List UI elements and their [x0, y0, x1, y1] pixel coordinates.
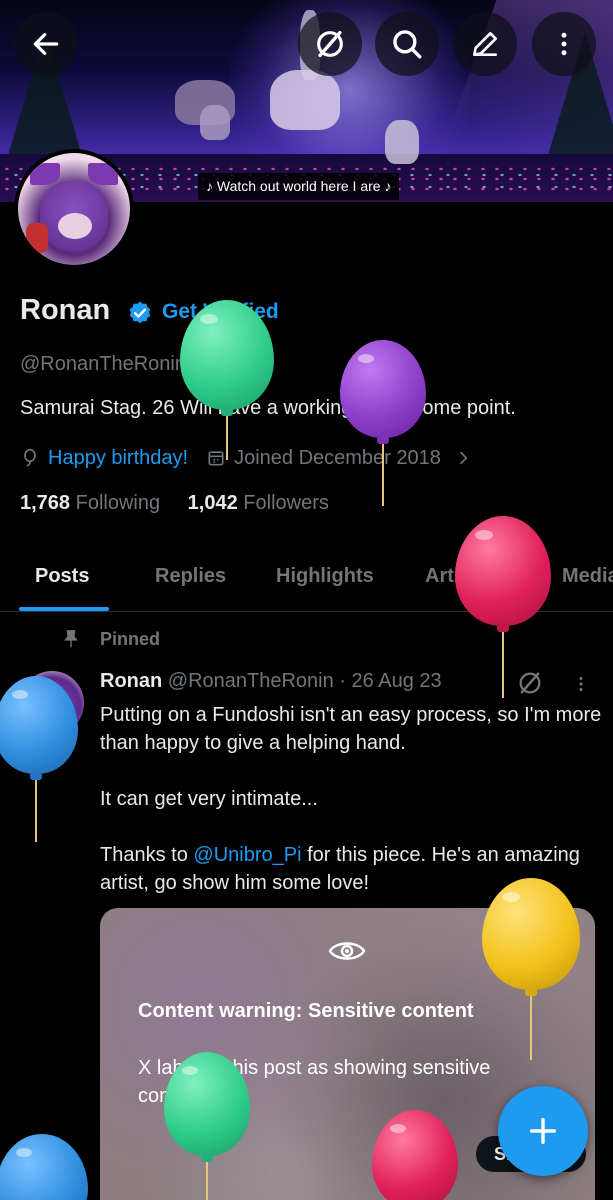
search-button[interactable] — [375, 12, 439, 76]
post-more-icon[interactable] — [570, 671, 592, 697]
edit-icon — [473, 32, 497, 56]
profile-name: Ronan — [20, 294, 111, 326]
banner-raccoon — [385, 120, 419, 164]
post-author-name[interactable]: Ronan — [100, 670, 162, 692]
avatar-horn — [88, 163, 118, 185]
back-button[interactable] — [14, 12, 78, 76]
post-body: Putting on a Fundoshi isn't an easy proc… — [100, 701, 605, 897]
banner-caption: ♪ Watch out world here I are ♪ — [198, 173, 400, 200]
post-text-line: Putting on a Fundoshi isn't an easy proc… — [100, 704, 602, 754]
pin-icon — [64, 630, 78, 648]
following-label: Following — [75, 492, 161, 514]
more-vertical-icon — [561, 32, 567, 56]
pinned-label: Pinned — [100, 628, 161, 649]
pinned-label-row: Pinned — [60, 628, 160, 650]
calendar-icon — [206, 448, 226, 468]
grok-button[interactable] — [298, 12, 362, 76]
profile-handle: @RonanTheRonin — [20, 353, 186, 375]
followers-link[interactable]: 1,042 Followers — [188, 492, 329, 514]
birthday-link[interactable]: Happy birthday! — [48, 447, 188, 470]
post-header: Ronan @RonanTheRonin · 26 Aug 23 — [100, 670, 442, 693]
post-text-fragment: Thanks to — [100, 844, 194, 866]
plus-icon — [529, 1117, 557, 1145]
active-tab-indicator — [19, 607, 109, 611]
post-author-handle[interactable]: @RonanTheRonin — [168, 670, 334, 692]
avatar-muzzle — [58, 213, 92, 239]
following-link[interactable]: 1,768 Following — [20, 492, 160, 514]
profile-bio: Samurai Stag. 26 Will have a working bio… — [20, 397, 516, 419]
search-icon — [393, 30, 422, 59]
following-count: 1,768 — [20, 492, 71, 514]
mention-link[interactable]: @Unibro_Pi — [193, 844, 301, 866]
compose-button[interactable] — [498, 1086, 588, 1176]
profile-avatar[interactable] — [14, 149, 134, 269]
chevron-right-icon[interactable] — [453, 448, 473, 468]
grok-icon — [317, 30, 343, 58]
post-date[interactable]: 26 Aug 23 — [352, 670, 442, 692]
avatar-armor — [26, 223, 48, 253]
verified-badge-icon[interactable] — [127, 300, 153, 326]
avatar-image — [18, 153, 130, 265]
content-warning-title: Content warning: Sensitive content — [138, 1000, 474, 1022]
followers-label: Followers — [243, 492, 329, 514]
edit-button[interactable] — [453, 12, 517, 76]
banner-fawn — [200, 105, 230, 140]
post-text-line: It can get very intimate... — [100, 788, 318, 810]
tab-media[interactable]: Media — [562, 565, 613, 588]
back-arrow-icon — [33, 33, 59, 55]
follow-stats: 1,768 Following 1,042 Followers — [20, 492, 329, 515]
tab-highlights[interactable]: Highlights — [276, 565, 374, 588]
avatar-horn — [30, 163, 60, 185]
eye-icon — [328, 942, 366, 960]
post-separator: · — [339, 670, 346, 692]
profile-meta-row: Happy birthday! Joined December 2018 — [20, 444, 481, 472]
more-button[interactable] — [532, 12, 596, 76]
tab-posts[interactable]: Posts — [35, 565, 89, 588]
joined-date[interactable]: Joined December 2018 — [234, 447, 441, 470]
balloon-icon — [20, 448, 40, 468]
post-grok-icon[interactable] — [516, 669, 544, 697]
tab-replies[interactable]: Replies — [155, 565, 226, 588]
followers-count: 1,042 — [187, 492, 238, 514]
